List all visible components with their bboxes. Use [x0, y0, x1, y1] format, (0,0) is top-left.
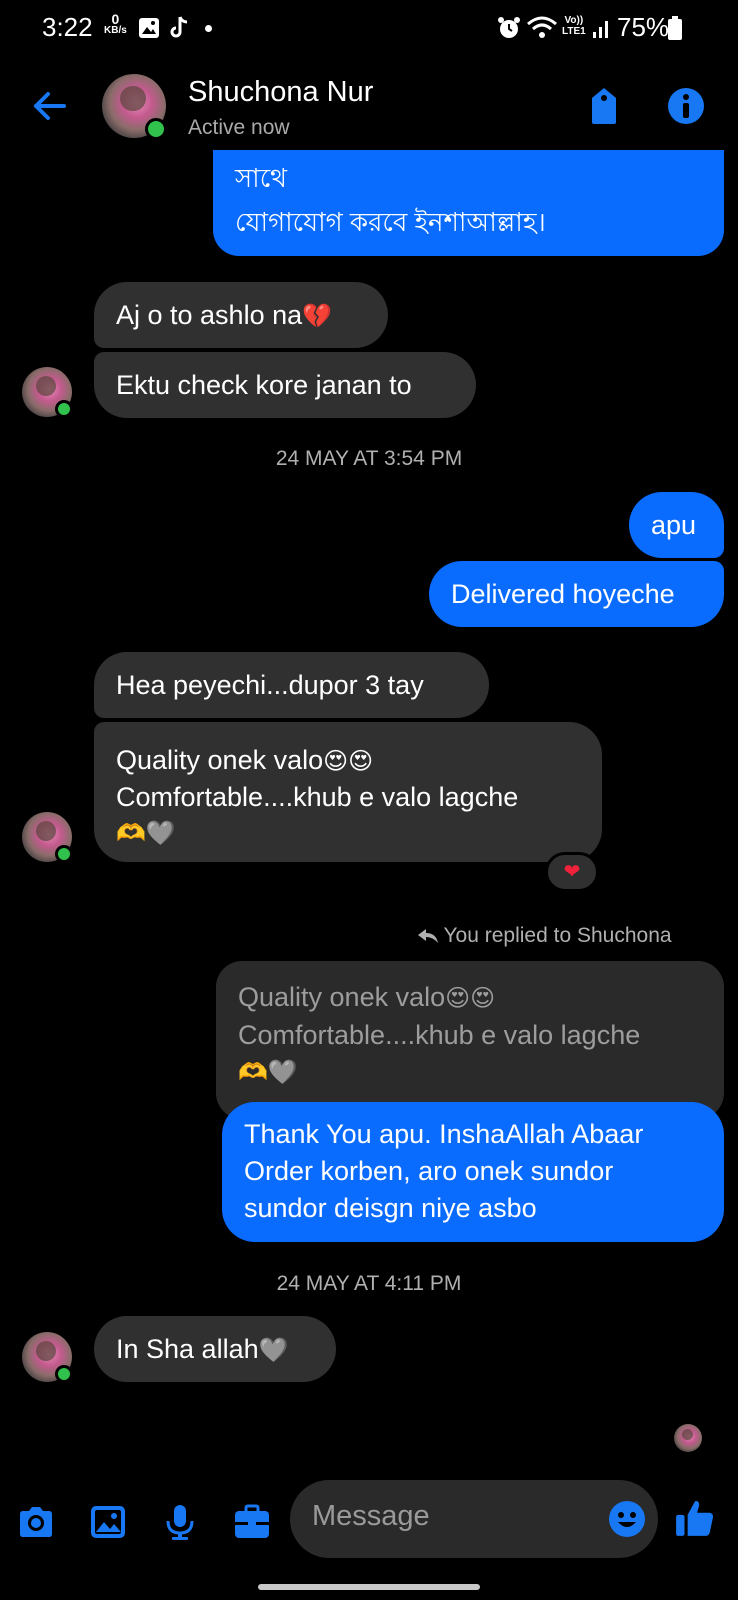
gallery-notification-icon: [139, 18, 159, 38]
net-speed: 0 KB/s: [104, 11, 127, 36]
message-input[interactable]: Message: [290, 1480, 658, 1558]
back-arrow-icon[interactable]: [28, 84, 72, 128]
reply-quote[interactable]: Quality onek valo😍😍 Comfortable....khub …: [216, 961, 724, 1119]
message-incoming[interactable]: Ektu check kore janan to: [94, 352, 476, 418]
message-composer: Message: [0, 1480, 738, 1562]
status-time: 3:22: [42, 12, 93, 42]
seen-receipt-avatar: [674, 1424, 702, 1452]
contact-status: Active now: [188, 116, 290, 139]
message-timestamp: 24 MAY AT 4:11 PM: [276, 1272, 462, 1295]
briefcase-icon[interactable]: [232, 1502, 272, 1542]
signal-icon: [593, 21, 608, 38]
battery-percent: 75%: [617, 12, 670, 42]
microphone-icon[interactable]: [160, 1502, 200, 1542]
emoji-icon[interactable]: [608, 1500, 646, 1538]
home-indicator[interactable]: [258, 1584, 480, 1590]
message-outgoing[interactable]: সাথে যোগাযোগ করবে ইনশাআল্লাহ।: [213, 150, 724, 256]
tag-icon[interactable]: [584, 86, 624, 126]
chat-header: Shuchona Nur Active now: [0, 66, 738, 146]
alarm-icon: [498, 17, 520, 38]
message-incoming[interactable]: Aj o to ashlo na💔: [94, 282, 388, 348]
online-indicator: [55, 1365, 73, 1383]
message-outgoing[interactable]: Thank You apu. InshaAllah Abaar Order ko…: [222, 1102, 724, 1242]
message-timestamp: 24 MAY AT 3:54 PM: [275, 447, 463, 470]
message-incoming[interactable]: Quality onek valo😍😍 Comfortable....khub …: [94, 722, 602, 862]
battery-icon: [668, 16, 682, 40]
reply-label: You replied to Shuchona: [418, 924, 672, 948]
message-outgoing[interactable]: Delivered hoyeche: [429, 561, 724, 627]
online-indicator: [145, 118, 167, 140]
heart-reaction[interactable]: ❤: [545, 852, 599, 892]
message-incoming[interactable]: Hea peyechi...dupor 3 tay: [94, 652, 489, 718]
reply-icon: [418, 929, 438, 943]
volte-indicator: Vo)) LTE1: [562, 15, 586, 37]
info-icon[interactable]: [666, 86, 706, 126]
contact-name[interactable]: Shuchona Nur: [188, 76, 373, 109]
camera-icon[interactable]: [16, 1502, 56, 1542]
message-incoming[interactable]: In Sha allah🩶: [94, 1316, 336, 1382]
status-bar: 3:22 0 KB/s Vo)) LTE1 75%: [0, 0, 738, 58]
notification-dot: [205, 25, 212, 32]
gallery-icon[interactable]: [88, 1502, 128, 1542]
tiktok-icon: [170, 16, 188, 38]
wifi-icon: [527, 16, 557, 38]
online-indicator: [55, 400, 73, 418]
online-indicator: [55, 845, 73, 863]
message-outgoing[interactable]: apu: [629, 492, 724, 558]
thumbs-up-icon[interactable]: [674, 1496, 716, 1540]
